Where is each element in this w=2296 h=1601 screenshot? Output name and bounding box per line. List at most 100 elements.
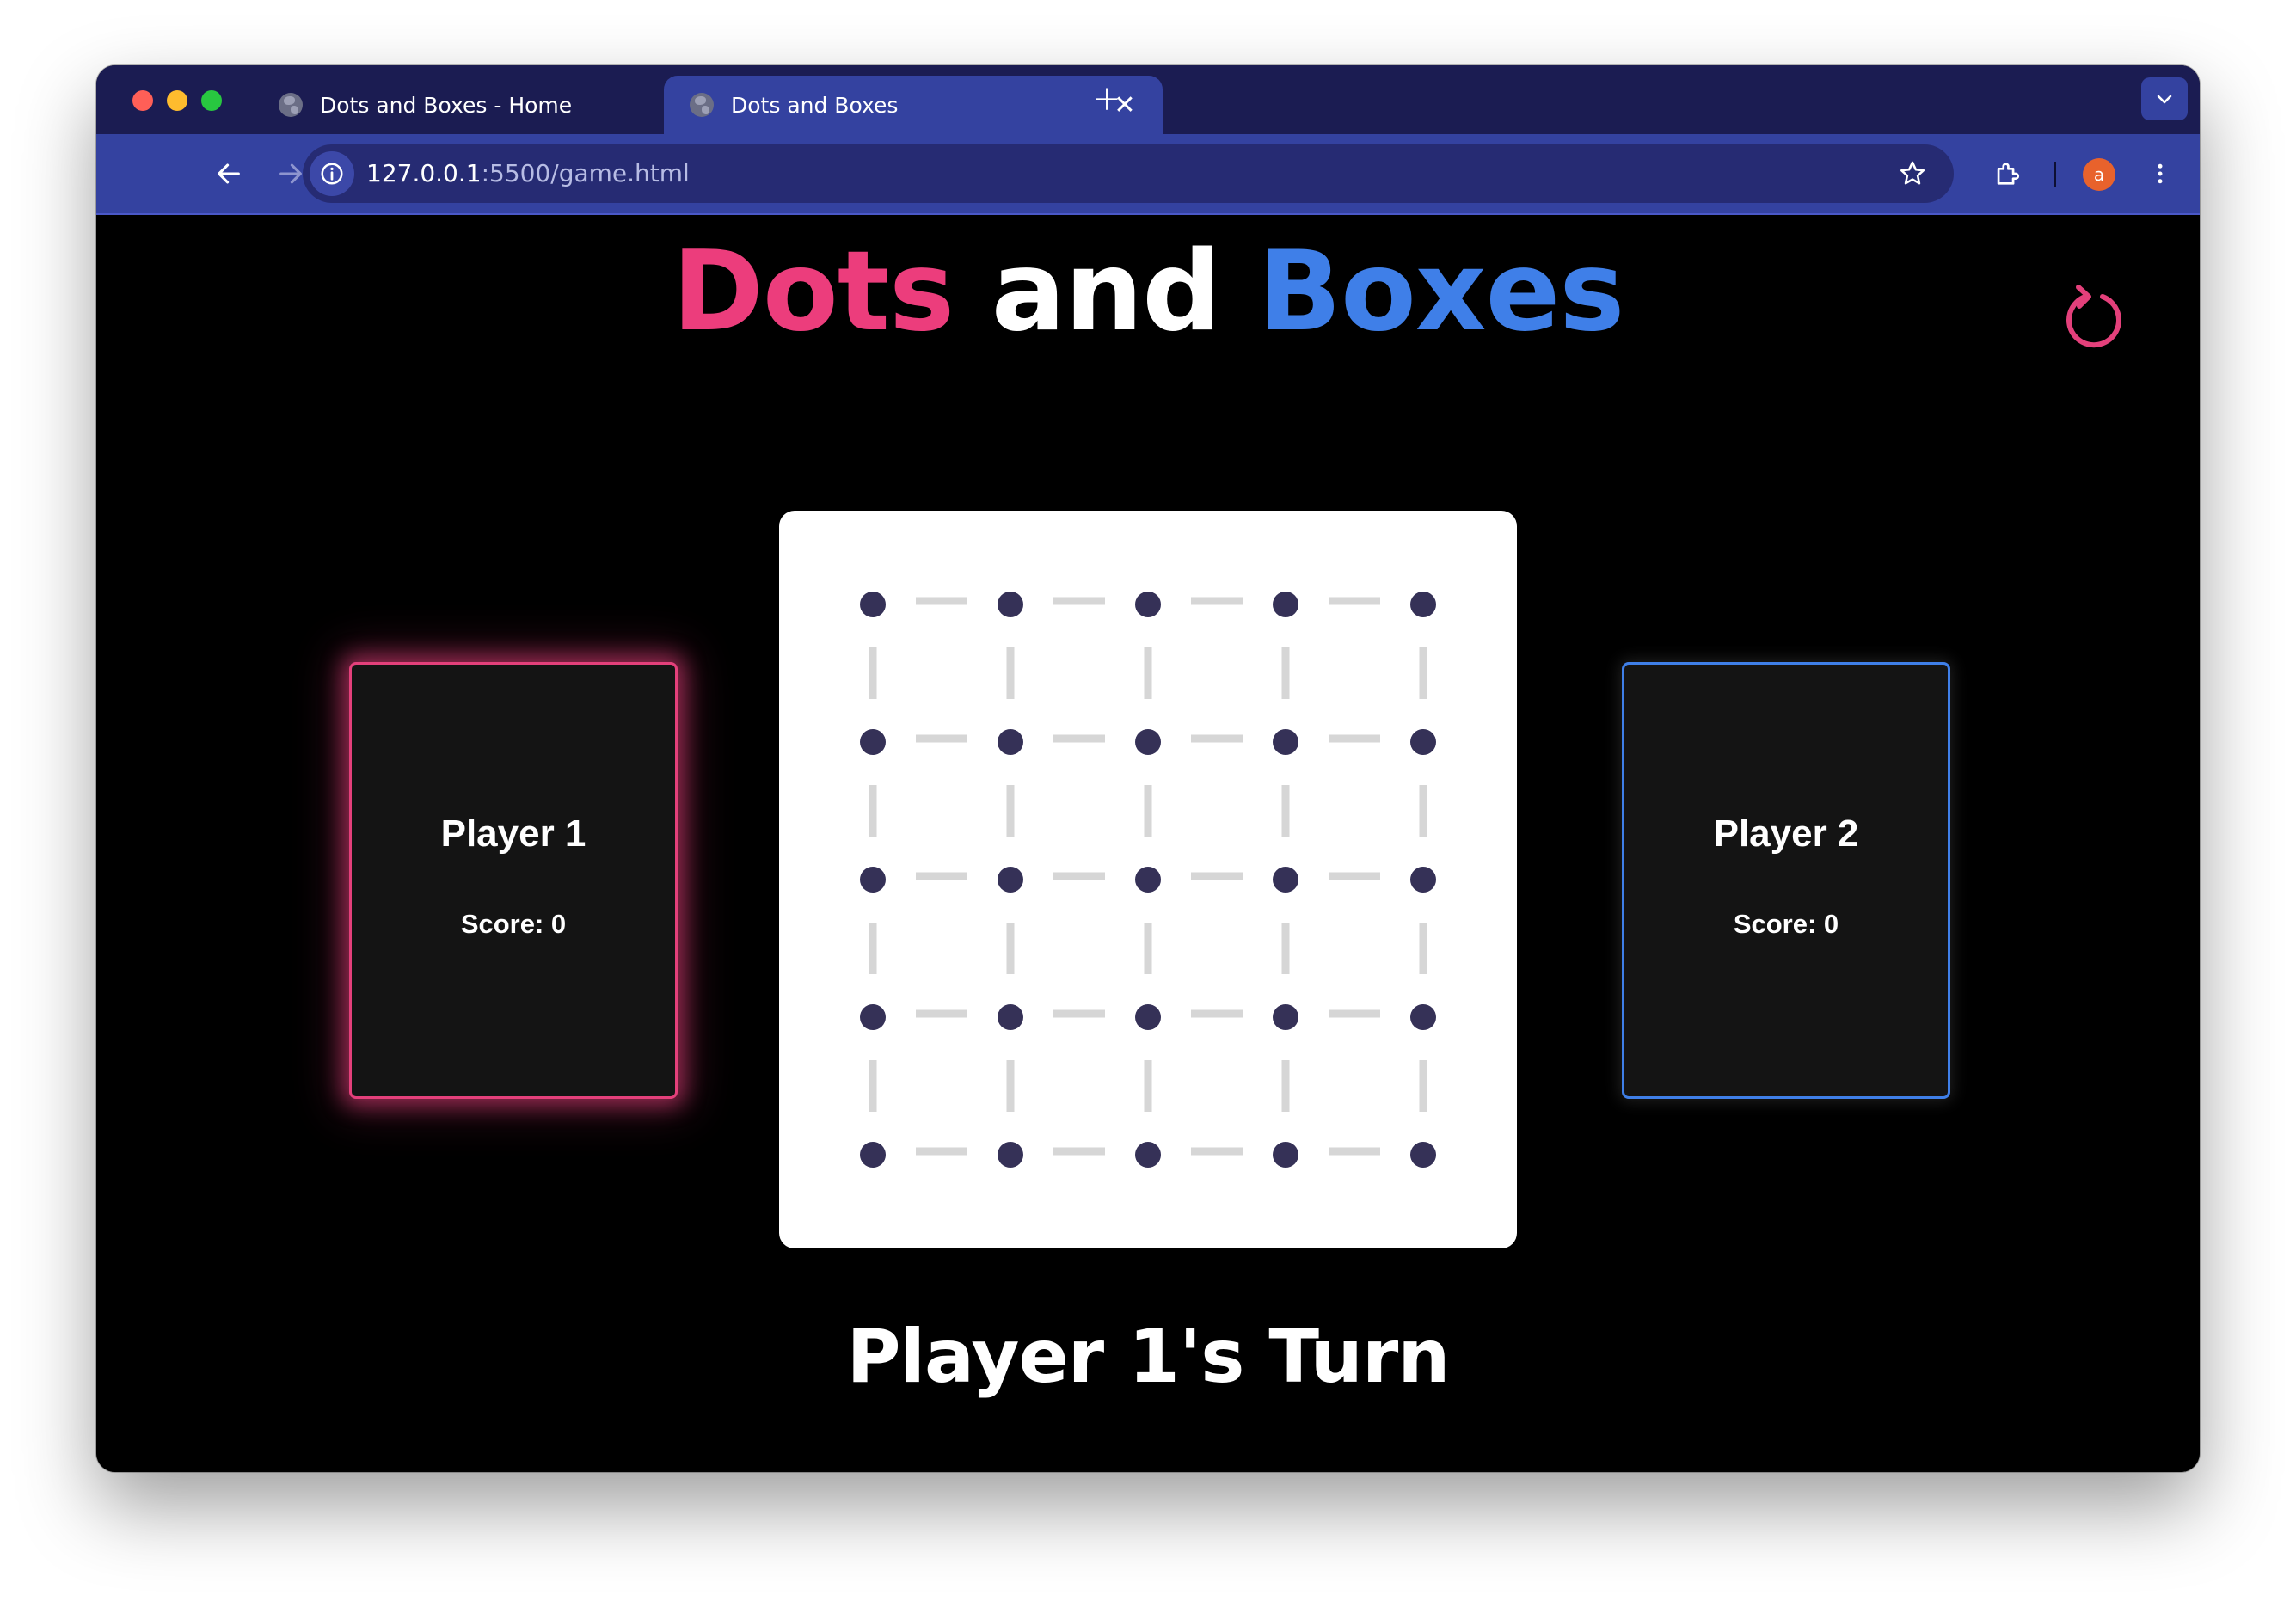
player-2-card: Player 2 Score: 0 (1622, 662, 1950, 1099)
toolbar-divider (2054, 162, 2056, 187)
horizontal-line[interactable] (1191, 1009, 1243, 1018)
grid-dot (1273, 1142, 1298, 1168)
tab-strip: Dots and Boxes - Home ✕ Dots and Boxes ✕… (96, 65, 2200, 134)
vertical-line[interactable] (869, 785, 877, 837)
horizontal-line[interactable] (1329, 734, 1380, 743)
minimize-window-button[interactable] (167, 90, 187, 111)
grid-dot (1273, 867, 1298, 893)
forward-arrow-icon (279, 163, 302, 184)
horizontal-line[interactable] (1053, 1009, 1105, 1018)
horizontal-line[interactable] (916, 1009, 967, 1018)
extensions-icon (1997, 163, 2020, 185)
grid-dot (860, 592, 886, 617)
horizontal-line[interactable] (1053, 597, 1105, 605)
restart-button[interactable] (2059, 280, 2129, 351)
horizontal-line[interactable] (916, 872, 967, 880)
more-vert-icon (2158, 163, 2163, 184)
horizontal-line[interactable] (916, 597, 967, 605)
vertical-line[interactable] (1144, 923, 1152, 974)
title-word-boxes: Boxes (1257, 228, 1624, 356)
vertical-line[interactable] (1281, 1060, 1290, 1112)
grid-dot (998, 1142, 1023, 1168)
vertical-line[interactable] (869, 923, 877, 974)
globe-icon (279, 93, 303, 117)
vertical-line[interactable] (1281, 923, 1290, 974)
tab-title: Dots and Boxes - Home (320, 92, 573, 118)
horizontal-line[interactable] (1329, 1009, 1380, 1018)
grid-dot (860, 729, 886, 755)
site-info-button[interactable] (310, 151, 354, 196)
info-icon (321, 163, 343, 185)
avatar[interactable]: a (2083, 158, 2115, 191)
horizontal-line[interactable] (1053, 872, 1105, 880)
player-name: Player 1 (440, 813, 586, 855)
horizontal-line[interactable] (1329, 1147, 1380, 1156)
globe-icon (690, 93, 714, 117)
board-grid (860, 592, 1436, 1168)
horizontal-line[interactable] (1191, 597, 1243, 605)
menu-button[interactable] (2138, 151, 2182, 196)
grid-dot (1410, 729, 1436, 755)
vertical-line[interactable] (1144, 785, 1152, 837)
vertical-line[interactable] (1006, 647, 1015, 699)
bookmark-button[interactable] (1897, 158, 1928, 189)
extensions-button[interactable] (1985, 151, 2029, 196)
plus-icon[interactable]: + (1085, 77, 1128, 120)
grid-dot (1273, 592, 1298, 617)
grid-dot (1410, 867, 1436, 893)
back-button[interactable] (206, 151, 251, 196)
player-score: Score: 0 (1733, 909, 1839, 939)
vertical-line[interactable] (1419, 785, 1427, 837)
url-path: :5500/game.html (481, 159, 690, 187)
vertical-line[interactable] (1006, 1060, 1015, 1112)
grid-dot (1135, 592, 1161, 617)
grid-dot (1273, 729, 1298, 755)
vertical-line[interactable] (1419, 1060, 1427, 1112)
vertical-line[interactable] (869, 1060, 877, 1112)
chevron-down-icon (2157, 95, 2172, 104)
vertical-line[interactable] (1281, 647, 1290, 699)
tab-title: Dots and Boxes (731, 92, 899, 118)
horizontal-line[interactable] (1191, 872, 1243, 880)
vertical-line[interactable] (1006, 923, 1015, 974)
game-page: Dots and Boxes Player 1 Score: 0 Player … (96, 215, 2200, 1472)
horizontal-line[interactable] (1191, 1147, 1243, 1156)
horizontal-line[interactable] (916, 1147, 967, 1156)
vertical-line[interactable] (1419, 647, 1427, 699)
back-arrow-icon (218, 163, 240, 184)
horizontal-line[interactable] (1053, 734, 1105, 743)
vertical-line[interactable] (869, 647, 877, 699)
grid-dot (860, 867, 886, 893)
vertical-line[interactable] (1006, 785, 1015, 837)
browser-window: Dots and Boxes - Home ✕ Dots and Boxes ✕… (96, 65, 2200, 1472)
grid-dot (1410, 1142, 1436, 1168)
vertical-line[interactable] (1281, 785, 1290, 837)
grid-dot (1135, 1142, 1161, 1168)
grid-dot (998, 867, 1023, 893)
browser-toolbar: 127.0.0.1:5500/game.html a (96, 134, 2200, 213)
grid-dot (860, 1004, 886, 1030)
grid-dot (1273, 1004, 1298, 1030)
grid-dot (998, 729, 1023, 755)
address-bar[interactable]: 127.0.0.1:5500/game.html (303, 144, 1954, 203)
horizontal-line[interactable] (1329, 872, 1380, 880)
tab-search-button[interactable] (2141, 77, 2188, 120)
close-window-button[interactable] (132, 90, 153, 111)
star-icon (1900, 161, 1925, 185)
horizontal-line[interactable] (1329, 597, 1380, 605)
grid-dot (860, 1142, 886, 1168)
grid-dot (1410, 592, 1436, 617)
horizontal-line[interactable] (1053, 1147, 1105, 1156)
grid-dot (1135, 729, 1161, 755)
grid-dot (1135, 1004, 1161, 1030)
grid-dot (998, 1004, 1023, 1030)
maximize-window-button[interactable] (201, 90, 222, 111)
grid-dot (998, 592, 1023, 617)
restart-icon (2066, 285, 2121, 348)
url-host: 127.0.0.1 (366, 159, 482, 187)
vertical-line[interactable] (1144, 1060, 1152, 1112)
vertical-line[interactable] (1419, 923, 1427, 974)
vertical-line[interactable] (1144, 647, 1152, 699)
horizontal-line[interactable] (1191, 734, 1243, 743)
horizontal-line[interactable] (916, 734, 967, 743)
